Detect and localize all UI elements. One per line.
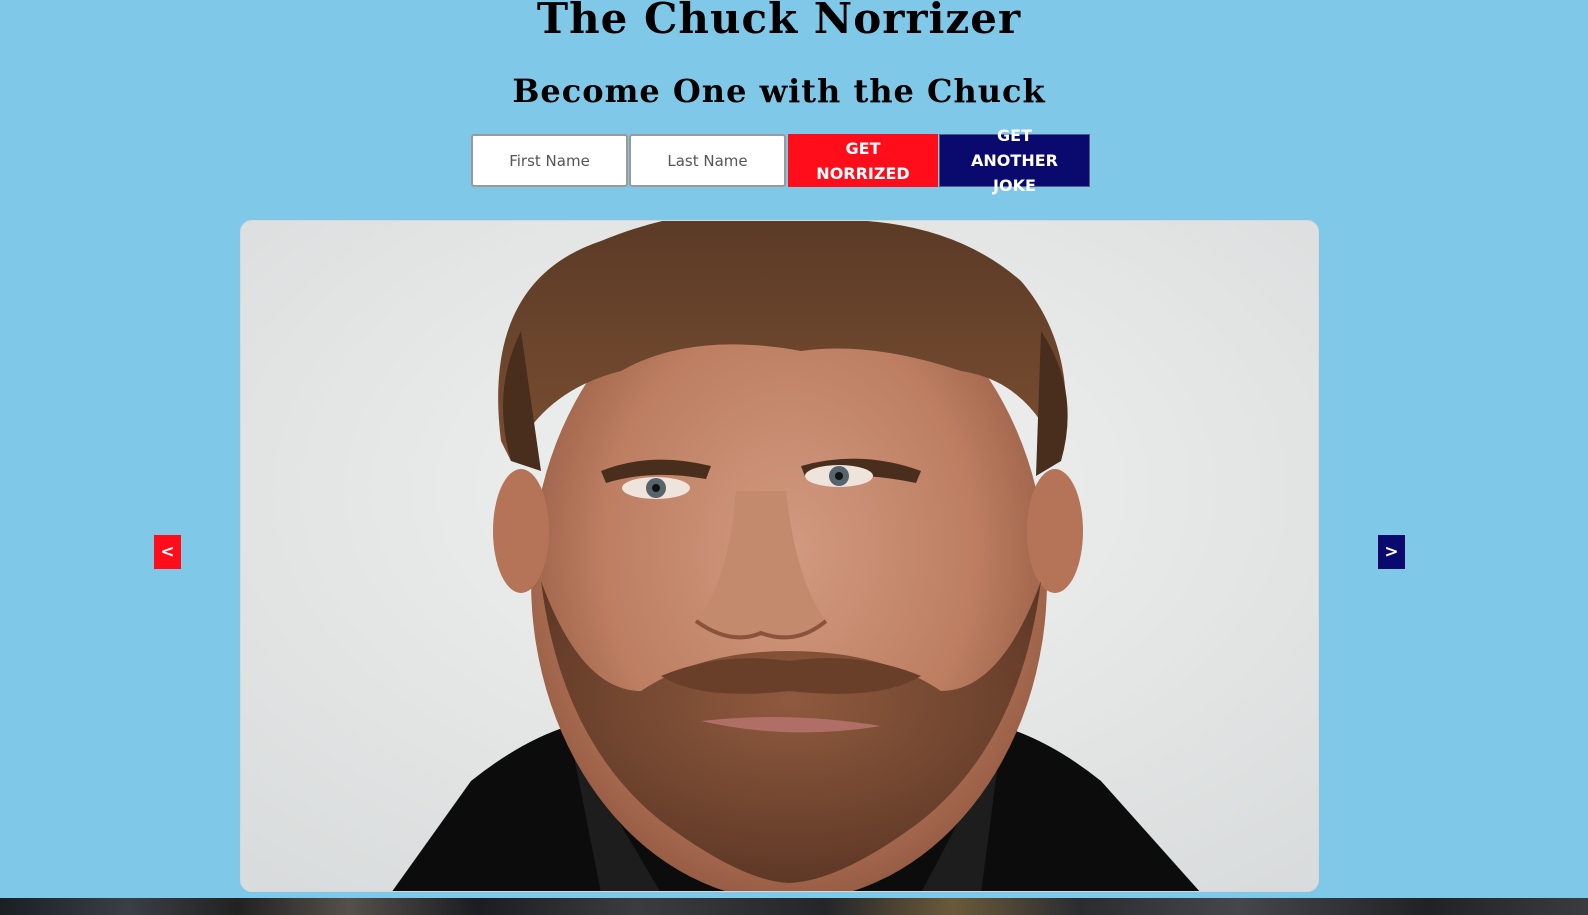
page-title: The Chuck Norrizer — [536, 0, 1022, 43]
carousel-prev-button[interactable]: < — [154, 535, 181, 569]
get-norrized-button[interactable]: GET NORRIZED — [788, 134, 938, 187]
chevron-right-icon: > — [1384, 542, 1399, 562]
get-norrized-label: GET NORRIZED — [816, 138, 910, 183]
chevron-left-icon: < — [160, 542, 175, 562]
carousel-next-button[interactable]: > — [1378, 535, 1405, 569]
get-another-joke-label: GET ANOTHER JOKE — [971, 126, 1058, 195]
first-name-input[interactable] — [471, 134, 628, 187]
last-name-input[interactable] — [629, 134, 786, 187]
page: The Chuck Norrizer Become One with the C… — [0, 0, 1588, 915]
portrait-image — [241, 221, 1318, 891]
name-form: GET NORRIZED GET ANOTHER JOKE — [471, 126, 1090, 195]
page-subtitle: Become One with the Chuck — [512, 72, 1046, 110]
carousel-image — [240, 220, 1319, 892]
thumbnail-strip — [0, 898, 1588, 915]
get-another-joke-button[interactable]: GET ANOTHER JOKE — [939, 126, 1090, 195]
